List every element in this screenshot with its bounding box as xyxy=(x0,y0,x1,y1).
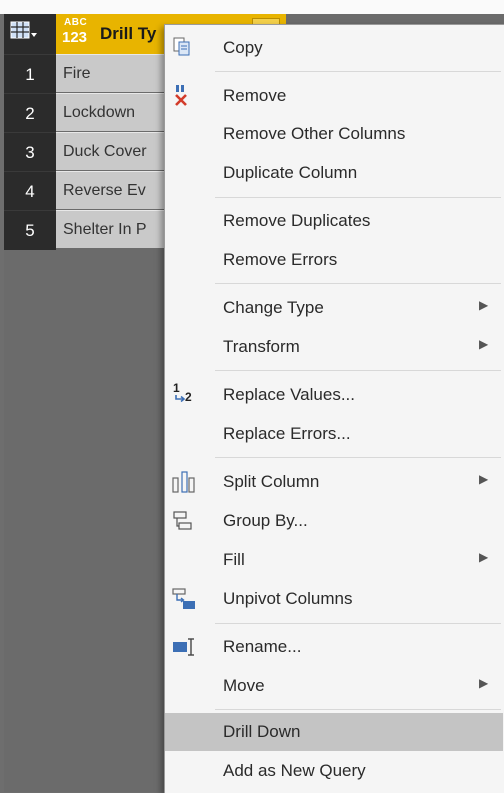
menu-separator xyxy=(215,71,501,72)
menu-item-drill-down[interactable]: Drill Down xyxy=(165,713,503,751)
menu-item-label: Remove Duplicates xyxy=(223,211,371,230)
rename-icon xyxy=(171,635,197,659)
menu-item-split-column[interactable]: Split Column ▶ xyxy=(165,463,503,501)
menu-separator xyxy=(215,623,501,624)
menu-item-rename[interactable]: Rename... xyxy=(165,628,503,666)
replace-values-icon: 1 2 xyxy=(171,381,197,407)
column-type-number-label: 123 xyxy=(62,29,88,46)
row-number: 1 xyxy=(4,54,56,94)
table-cell[interactable]: Shelter In P xyxy=(56,210,164,248)
menu-item-replace-errors[interactable]: Replace Errors... xyxy=(165,415,503,453)
menu-item-label: Remove Errors xyxy=(223,250,338,269)
menu-item-label: Fill xyxy=(223,550,245,569)
submenu-arrow-icon: ▶ xyxy=(479,298,489,312)
menu-item-change-type[interactable]: Change Type ▶ xyxy=(165,289,503,327)
menu-item-transform[interactable]: Transform ▶ xyxy=(165,328,503,366)
menu-item-replace-values[interactable]: 1 2 Replace Values... xyxy=(165,376,503,414)
menu-item-add-as-new-query[interactable]: Add as New Query xyxy=(165,752,503,790)
table-cell[interactable]: Reverse Ev xyxy=(56,171,164,209)
menu-item-copy[interactable]: Copy xyxy=(165,29,503,67)
menu-item-group-by[interactable]: Group By... xyxy=(165,502,503,540)
table-menu-icon[interactable] xyxy=(10,20,40,46)
menu-item-unpivot-columns[interactable]: Unpivot Columns xyxy=(165,580,503,618)
submenu-arrow-icon: ▶ xyxy=(479,676,489,690)
menu-separator xyxy=(215,283,501,284)
menu-separator xyxy=(215,370,501,371)
menu-item-label: Duplicate Column xyxy=(223,163,358,182)
row-number: 3 xyxy=(4,132,56,172)
row-number: 5 xyxy=(4,210,56,250)
menu-item-remove-duplicates[interactable]: Remove Duplicates xyxy=(165,202,503,240)
menu-item-label: Unpivot Columns xyxy=(223,589,353,608)
menu-item-label: Drill Down xyxy=(223,722,301,741)
menu-item-remove-errors[interactable]: Remove Errors xyxy=(165,241,503,279)
menu-item-label: Replace Values... xyxy=(223,385,355,404)
menu-item-label: Remove Other Columns xyxy=(223,124,406,143)
menu-item-label: Copy xyxy=(223,38,263,57)
unpivot-icon xyxy=(171,587,197,611)
menu-item-label: Transform xyxy=(223,337,300,356)
column-type-text-label: ABC xyxy=(64,17,88,28)
menu-item-label: Split Column xyxy=(223,472,320,491)
menu-item-remove-other-columns[interactable]: Remove Other Columns xyxy=(165,115,503,153)
copy-icon xyxy=(171,36,197,60)
table-cell[interactable]: Fire xyxy=(56,54,164,92)
submenu-arrow-icon: ▶ xyxy=(479,550,489,564)
menu-separator xyxy=(215,457,501,458)
row-number: 2 xyxy=(4,93,56,133)
menu-item-label: Group By... xyxy=(223,511,308,530)
submenu-arrow-icon: ▶ xyxy=(479,472,489,486)
menu-item-label: Rename... xyxy=(223,637,302,656)
remove-column-icon xyxy=(171,84,197,108)
menu-item-move[interactable]: Move ▶ xyxy=(165,667,503,705)
top-strip xyxy=(0,0,504,14)
table-cell[interactable]: Duck Cover xyxy=(56,132,164,170)
menu-item-label: Add as New Query xyxy=(223,761,366,780)
menu-item-fill[interactable]: Fill ▶ xyxy=(165,541,503,579)
menu-item-remove[interactable]: Remove xyxy=(165,77,503,115)
row-number: 4 xyxy=(4,171,56,211)
menu-item-label: Replace Errors... xyxy=(223,424,351,443)
column-type-any-icon[interactable]: ABC 123 xyxy=(62,17,94,49)
menu-item-duplicate-column[interactable]: Duplicate Column xyxy=(165,154,503,192)
table-cell[interactable]: Lockdown xyxy=(56,93,164,131)
menu-separator xyxy=(215,709,501,710)
menu-item-label: Change Type xyxy=(223,298,324,317)
submenu-arrow-icon: ▶ xyxy=(479,337,489,351)
group-by-icon xyxy=(171,509,197,533)
column-context-menu: Copy Remove Remove Other Columns Duplica… xyxy=(164,24,504,793)
menu-item-label: Move xyxy=(223,676,265,695)
menu-separator xyxy=(215,197,501,198)
column-title: Drill Ty xyxy=(100,24,157,43)
menu-item-label: Remove xyxy=(223,86,287,105)
split-column-icon xyxy=(171,470,197,494)
